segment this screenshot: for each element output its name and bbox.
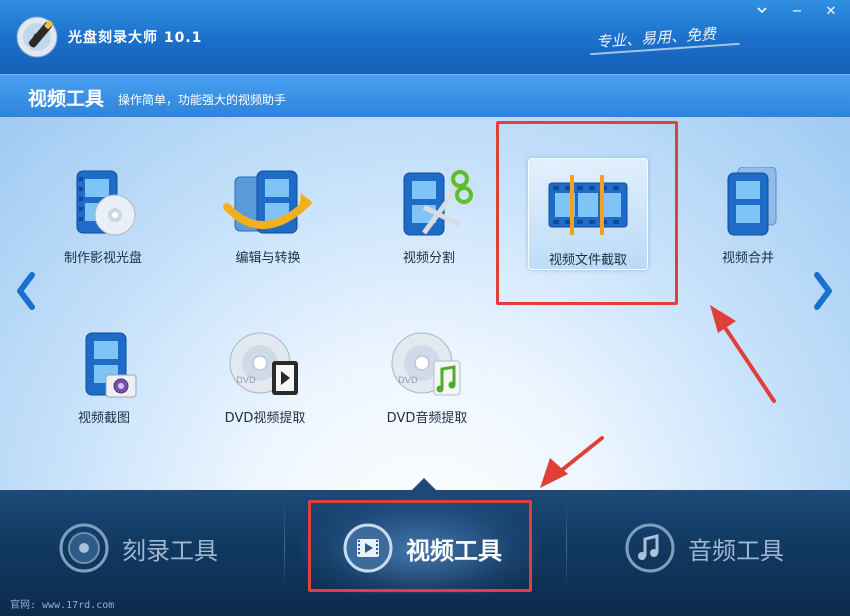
annotation-arrow-icon <box>710 305 776 403</box>
tool-label: 视频合并 <box>721 251 774 266</box>
app-logo-icon <box>16 16 58 58</box>
svg-text:DVD: DVD <box>236 376 256 386</box>
svg-text:DVD: DVD <box>398 376 418 386</box>
tool-edit-convert[interactable]: 编辑与转换 <box>208 167 328 287</box>
prev-page-arrow-icon[interactable] <box>14 271 38 311</box>
bottom-tab-bar: 刻录工具 视频工具 音频工具 <box>0 490 850 616</box>
section-subtitle: 操作简单，功能强大的视频助手 <box>118 93 287 107</box>
tab-label: 音频工具 <box>688 537 784 565</box>
title-bar: 光盘刻录大师 10.1 专业、易用、免费 − ✕ <box>0 0 850 74</box>
close-button[interactable]: ✕ <box>822 4 840 20</box>
tool-make-video-disc[interactable]: 制作影视光盘 <box>43 167 163 287</box>
app-title: 光盘刻录大师 10.1 <box>68 30 203 46</box>
tab-burn-tools[interactable]: 刻录工具 <box>50 498 250 598</box>
tool-video-screenshot[interactable]: 视频截图 <box>44 329 164 449</box>
tool-video-split[interactable]: 视频分割 <box>369 167 489 287</box>
annotation-highlight-box <box>308 500 532 592</box>
tool-label: 制作影视光盘 <box>63 251 142 266</box>
minimize-button[interactable]: − <box>788 4 806 20</box>
active-tab-pointer <box>412 478 436 490</box>
section-title: 视频工具 <box>28 88 105 110</box>
tool-label: DVD音频提取 <box>386 411 468 426</box>
tab-label: 刻录工具 <box>122 537 218 565</box>
tab-audio-tools[interactable]: 音频工具 <box>620 498 820 598</box>
annotation-highlight-box <box>496 121 678 305</box>
film-scissors-icon <box>403 170 473 236</box>
film-camera-icon <box>85 332 137 398</box>
tool-dvd-audio-extract[interactable]: DVD DVD音频提取 <box>367 327 487 447</box>
website-link[interactable]: 官网: www.17rd.com <box>10 596 114 611</box>
dvd-video-icon: DVD <box>229 332 298 395</box>
section-header: 视频工具 操作简单，功能强大的视频助手 <box>0 74 850 118</box>
tool-dvd-video-extract[interactable]: DVD DVD视频提取 <box>205 327 325 447</box>
tool-label: 编辑与转换 <box>235 251 301 266</box>
tab-divider <box>284 500 285 590</box>
film-convert-icon <box>223 170 313 234</box>
tool-label: 视频分割 <box>402 251 455 266</box>
menu-icon[interactable] <box>753 4 771 20</box>
tools-panel: 制作影视光盘 编辑与转换 视频分割 视频文件截取 视频合并 视频截图 DVD D… <box>0 117 850 490</box>
tool-label: DVD视频提取 <box>224 411 306 426</box>
tool-video-merge[interactable]: 视频合并 <box>688 167 808 287</box>
film-disc-icon <box>76 170 136 236</box>
next-page-arrow-icon[interactable] <box>811 271 835 311</box>
music-note-icon <box>625 523 675 573</box>
disc-icon <box>59 523 109 573</box>
tab-divider <box>566 500 567 590</box>
dvd-audio-icon: DVD <box>391 332 461 396</box>
film-merge-icon <box>727 167 777 236</box>
tool-label: 视频截图 <box>77 411 130 426</box>
annotation-arrow-icon <box>540 436 604 488</box>
